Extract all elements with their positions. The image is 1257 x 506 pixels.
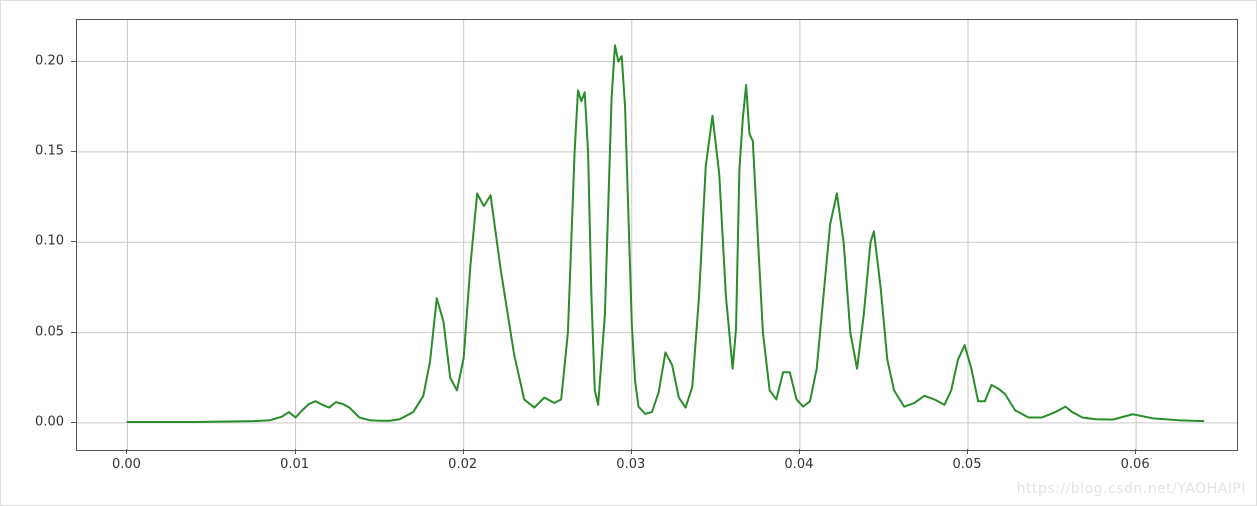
x-tick-label: 0.03 [616,457,645,472]
y-tick-mark [71,422,76,423]
x-tick-mark [799,449,800,454]
x-tick-label: 0.02 [448,457,477,472]
x-tick-label: 0.04 [784,457,813,472]
x-tick-mark [295,449,296,454]
y-tick-label: 0.00 [1,414,70,429]
x-tick-mark [463,449,464,454]
y-tick-label: 0.05 [1,324,70,339]
watermark-text: https://blog.csdn.net/YAOHAIPI [1017,481,1246,497]
y-tick-mark [71,332,76,333]
plot-area [76,19,1238,451]
x-tick-label: 0.06 [1121,457,1150,472]
grid-lines [77,20,1237,450]
chart-frame: 0.00 0.01 0.02 0.03 0.04 0.05 0.06 0.00 0.05 0.1… [0,0,1257,506]
x-tick-mark [126,449,127,454]
x-tick-label: 0.01 [280,457,309,472]
x-tick-label: 0.05 [953,457,982,472]
y-tick-mark [71,151,76,152]
x-tick-mark [1135,449,1136,454]
y-tick-mark [71,241,76,242]
chart-svg [77,20,1237,450]
x-tick-mark [967,449,968,454]
y-tick-label: 0.15 [1,143,70,158]
y-tick-label: 0.10 [1,234,70,249]
x-tick-label: 0.00 [112,457,141,472]
y-tick-label: 0.20 [1,53,70,68]
y-tick-mark [71,61,76,62]
x-tick-mark [631,449,632,454]
line-series [127,45,1203,422]
